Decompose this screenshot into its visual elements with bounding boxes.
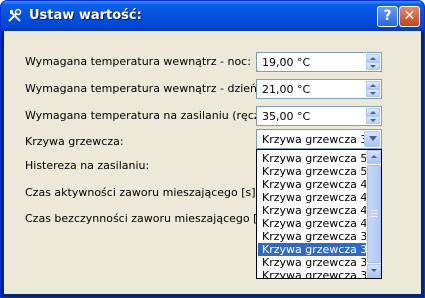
arrow-down-icon bbox=[370, 119, 376, 122]
supply-temp-up-button[interactable] bbox=[366, 108, 380, 116]
list-item[interactable]: Krzywa grzewcza 55 bbox=[258, 152, 374, 165]
day-temp-label: Wymagana temperatura wewnątrz - dzień: bbox=[25, 82, 261, 95]
dialog-window: Ustaw wartość: ? ✕ Wymagana temperatura … bbox=[0, 0, 425, 298]
arrow-down-icon bbox=[370, 65, 376, 68]
list-item[interactable]: Krzywa grzewcza 41 bbox=[258, 217, 374, 230]
list-item[interactable]: Krzywa grzewcza 51 bbox=[258, 165, 374, 178]
heating-curve-dropdown-list: Krzywa grzewcza 55 Krzywa grzewcza 51 Kr… bbox=[256, 149, 382, 279]
list-item[interactable]: Krzywa grzewcza 33 bbox=[258, 256, 374, 269]
arrow-down-icon bbox=[370, 92, 376, 95]
supply-temp-label: Wymagana temperatura na zasilaniu (ręczn… bbox=[25, 109, 282, 122]
scroll-up-button[interactable] bbox=[367, 150, 381, 164]
supply-temp-value[interactable]: 35,00 °C bbox=[262, 110, 310, 123]
list-item-selected[interactable]: Krzywa grzewcza 35 bbox=[258, 243, 374, 256]
vertical-scrollbar[interactable] bbox=[366, 150, 381, 278]
grip-line bbox=[371, 213, 377, 214]
list-item[interactable]: Krzywa grzewcza 45 bbox=[258, 191, 374, 204]
night-temp-down-button[interactable] bbox=[366, 62, 380, 70]
day-temp-down-button[interactable] bbox=[366, 89, 380, 97]
supply-temp-spinner[interactable]: 35,00 °C bbox=[256, 106, 382, 126]
arrow-up-icon bbox=[371, 155, 377, 158]
grip-line bbox=[371, 216, 377, 217]
grip-line bbox=[371, 210, 377, 211]
title-bar[interactable]: Ustaw wartość: ? ✕ bbox=[1, 1, 424, 31]
chevron-down-icon bbox=[369, 136, 377, 141]
list-item[interactable]: Krzywa grzewcza 31 bbox=[258, 269, 374, 278]
night-temp-spinner[interactable]: 19,00 °C bbox=[256, 52, 382, 72]
valve-inactive-label: Czas bezczynności zaworu mieszającego [s… bbox=[25, 212, 272, 225]
list-item[interactable]: Krzywa grzewcza 48 bbox=[258, 178, 374, 191]
day-temp-spinner[interactable]: 21,00 °C bbox=[256, 79, 382, 99]
list-item[interactable]: Krzywa grzewcza 43 bbox=[258, 204, 374, 217]
hysteresis-label: Histereza na zasilaniu: bbox=[25, 159, 150, 172]
heating-curve-selected[interactable]: Krzywa grzewcza 35 bbox=[262, 133, 374, 146]
supply-temp-down-button[interactable] bbox=[366, 116, 380, 124]
arrow-up-icon bbox=[370, 57, 376, 60]
arrow-down-icon bbox=[371, 269, 377, 272]
heating-curve-select[interactable]: Krzywa grzewcza 35 bbox=[256, 129, 382, 149]
day-temp-value[interactable]: 21,00 °C bbox=[262, 83, 310, 96]
night-temp-up-button[interactable] bbox=[366, 54, 380, 62]
scrollbar-thumb[interactable] bbox=[367, 165, 381, 263]
arrow-up-icon bbox=[370, 111, 376, 114]
dialog-title: Ustaw wartość: bbox=[29, 8, 142, 23]
arrow-up-icon bbox=[370, 84, 376, 87]
heating-curve-label: Krzywa grzewcza: bbox=[25, 135, 124, 148]
valve-active-label: Czas aktywności zaworu mieszającego [s]: bbox=[25, 186, 260, 199]
day-temp-up-button[interactable] bbox=[366, 81, 380, 89]
dropdown-button[interactable] bbox=[364, 131, 380, 147]
scroll-down-button[interactable] bbox=[367, 264, 381, 278]
night-temp-label: Wymagana temperatura wewnątrz - noc: bbox=[25, 55, 251, 68]
tools-icon bbox=[8, 8, 22, 22]
list-item[interactable]: Krzywa grzewcza 38 bbox=[258, 230, 374, 243]
help-button[interactable]: ? bbox=[377, 6, 398, 27]
night-temp-value[interactable]: 19,00 °C bbox=[262, 56, 310, 69]
close-button[interactable]: ✕ bbox=[399, 6, 420, 27]
